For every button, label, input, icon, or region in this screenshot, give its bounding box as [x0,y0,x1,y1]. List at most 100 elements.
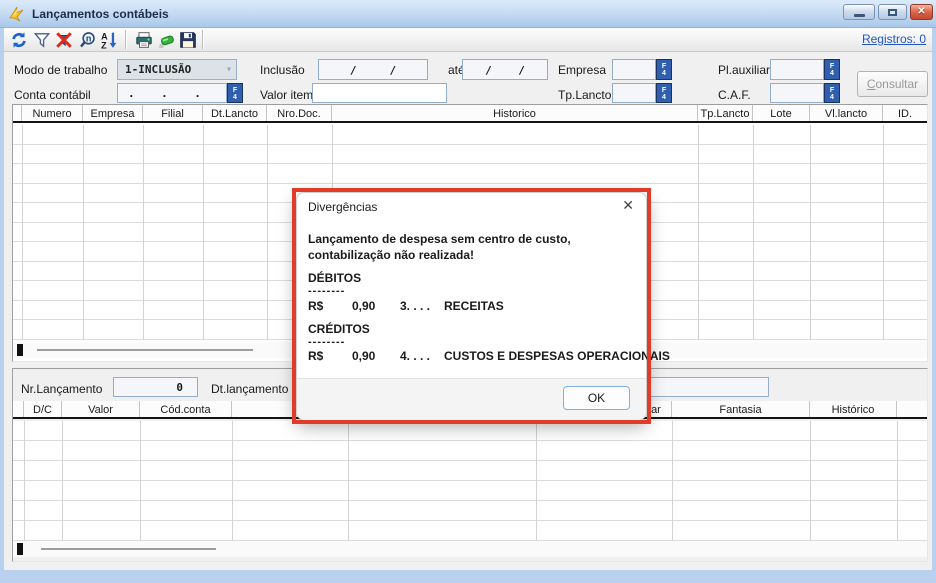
f4-label: F4 [829,63,835,77]
gridline [62,421,63,541]
maximize-button[interactable] [878,4,907,20]
gridline [24,421,25,541]
column-header-vllancto[interactable]: Vl.lancto [810,105,883,121]
clean-icon[interactable] [158,31,176,49]
window-title: Lançamentos contábeis [32,7,169,21]
gridline [203,125,204,340]
toolbar: n A Z Registros: 0 [4,28,932,52]
consultar-button[interactable]: Consultar [857,71,928,97]
empresa-field[interactable] [612,59,656,80]
column-header-dc[interactable]: D/C [24,401,62,417]
empresa-label: Empresa [558,63,607,77]
credit-row: R$ 0,90 4. . . . CUSTOS E DESPESAS OPERA… [308,349,670,363]
row-indicator-header [13,105,22,121]
toolbar-separator [202,30,203,49]
valor-item-field[interactable] [312,83,447,103]
dialog-close-icon[interactable]: ✕ [622,197,634,214]
scrollbar-track[interactable] [41,548,216,550]
zoom-icon[interactable]: n [79,31,97,49]
empresa-f4-button[interactable]: F4 [656,59,672,80]
f4-label: F4 [829,87,835,101]
modo-de-trabalho-select[interactable]: 1-INCLUSÃO ▾ [117,59,237,80]
debitos-separator: -------- [308,285,346,297]
column-header-lote[interactable]: Lote [753,105,810,121]
scrollbar-track[interactable] [37,349,253,351]
column-header-tplancto[interactable]: Tp.Lancto [698,105,753,121]
horizontal-scrollbar [13,541,927,557]
column-header-id[interactable]: ID. [883,105,927,121]
toolbar-separator [125,30,126,49]
column-header-historico[interactable]: Histórico [810,401,897,417]
conta-contabil-f4-button[interactable]: F4 [227,83,243,103]
gridline [883,125,884,340]
column-header-dtlancto[interactable]: Dt.Lancto [203,105,267,121]
nr-lancamento-label: Nr.Lançamento [21,382,103,396]
gridline [83,125,84,340]
column-header-nrodoc[interactable]: Nro.Doc. [267,105,332,121]
credit-value: 0,90 [352,349,376,363]
column-header-codconta[interactable]: Cód.conta [140,401,232,417]
dialog-message: Lançamento de despesa sem centro de cust… [308,232,571,262]
filter-icon[interactable] [33,31,51,49]
minimize-icon [854,14,865,17]
close-button[interactable]: ✕ [910,4,933,20]
ok-button[interactable]: OK [563,386,630,410]
caf-f4-button[interactable]: F4 [824,83,840,103]
table-row [13,144,927,164]
lancamentos-grid-header: Numero Empresa Filial Dt.Lancto Nro.Doc.… [13,105,927,123]
scrollbar-thumb[interactable] [17,344,23,356]
column-header-valor[interactable]: Valor [62,401,140,417]
inclusao-label: Inclusão [260,63,305,77]
registros-link[interactable]: Registros: 0 [862,32,926,46]
column-header-empresa[interactable]: Empresa [83,105,143,121]
svg-text:n: n [86,33,92,43]
itens-grid-body [13,421,927,541]
column-header-filial[interactable]: Filial [143,105,203,121]
refresh-icon[interactable] [10,31,28,49]
dialog-title: Divergências [308,200,378,214]
pl-auxiliar-field[interactable] [770,59,824,80]
table-row [13,461,927,481]
consultar-label: onsultar [875,77,919,91]
debit-account: 3. . . . [400,299,431,313]
scrollbar-thumb[interactable] [17,543,23,555]
title-bar: Lançamentos contábeis ✕ [0,0,936,28]
table-row [13,501,927,521]
valor-item-label: Valor item [260,88,314,102]
gridline [22,125,23,340]
gridline [698,125,699,340]
gridline [672,421,673,541]
tp-lancto-label: Tp.Lancto. [558,88,615,102]
ate-date-field[interactable]: / / [462,59,548,80]
f4-label: F4 [661,87,667,101]
credit-description: CUSTOS E DESPESAS OPERACIONAIS [444,349,670,363]
column-header-historico[interactable]: Historico [332,105,698,121]
gridline [143,125,144,340]
svg-text:Z: Z [101,40,107,49]
column-header-numero[interactable]: Numero [22,105,83,121]
debit-row: R$ 0,90 3. . . . RECEITAS [308,299,504,313]
tp-lancto-field[interactable] [612,83,656,103]
gridline [810,421,811,541]
sort-az-icon[interactable]: A Z [100,31,118,49]
creditos-separator: -------- [308,336,346,348]
gridline [348,421,349,541]
close-icon: ✕ [917,6,926,17]
pl-auxiliar-label: Pl.auxiliar [718,63,771,77]
gridline [753,125,754,340]
save-icon[interactable] [179,31,197,49]
clear-filter-icon[interactable] [55,31,73,49]
nr-lancamento-field[interactable]: 0 [113,377,198,397]
gridline [232,421,233,541]
conta-contabil-field[interactable]: . . . . . [117,83,227,103]
tp-lancto-f4-button[interactable]: F4 [656,83,672,103]
column-header-fantasia[interactable]: Fantasia [672,401,810,417]
pl-auxiliar-f4-button[interactable]: F4 [824,59,840,80]
minimize-button[interactable] [843,4,875,20]
inclusao-date-field[interactable]: / / [318,59,428,80]
gridline [810,125,811,340]
caf-field[interactable] [770,83,824,103]
print-icon[interactable] [135,31,153,49]
app-window: Lançamentos contábeis ✕ n A Z Registros:… [0,0,936,583]
table-row [13,441,927,461]
